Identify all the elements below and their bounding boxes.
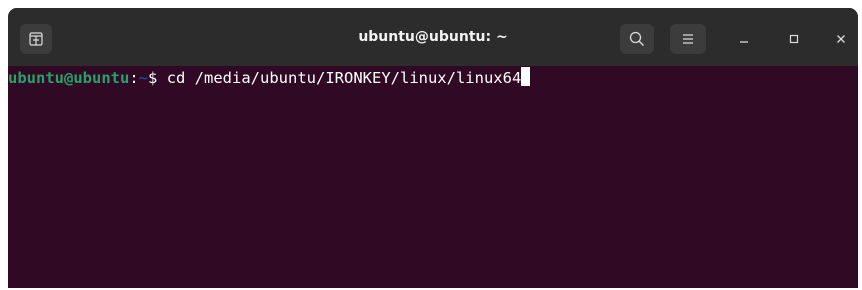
close-button[interactable] <box>826 24 856 54</box>
terminal-window: ubuntu@ubuntu: ~ ubuntu@ubuntu:~$ cd /me… <box>8 8 858 288</box>
maximize-button[interactable] <box>779 24 809 54</box>
close-icon <box>837 35 845 43</box>
prompt-symbol: $ <box>148 69 167 87</box>
command-line: ubuntu@ubuntu:~$ cd /media/ubuntu/IRONKE… <box>8 67 531 89</box>
prompt-separator: : <box>129 69 139 87</box>
minimize-button[interactable] <box>729 24 759 54</box>
new-tab-icon <box>29 32 43 46</box>
command-text: cd /media/ubuntu/IRONKEY/linux/linux64 <box>166 69 522 87</box>
text-cursor <box>521 67 531 86</box>
prompt-user: ubuntu@ubuntu <box>8 69 130 87</box>
prompt-path: ~ <box>138 69 149 87</box>
menu-button[interactable] <box>670 24 706 54</box>
search-icon <box>629 31 644 46</box>
search-button[interactable] <box>620 24 654 54</box>
title-bar[interactable]: ubuntu@ubuntu: ~ <box>8 8 858 66</box>
minimize-icon <box>740 41 748 43</box>
hamburger-menu-icon <box>683 34 693 44</box>
maximize-icon <box>789 34 799 44</box>
new-tab-button[interactable] <box>20 24 52 54</box>
terminal-area[interactable]: ubuntu@ubuntu:~$ cd /media/ubuntu/IRONKE… <box>8 66 858 288</box>
